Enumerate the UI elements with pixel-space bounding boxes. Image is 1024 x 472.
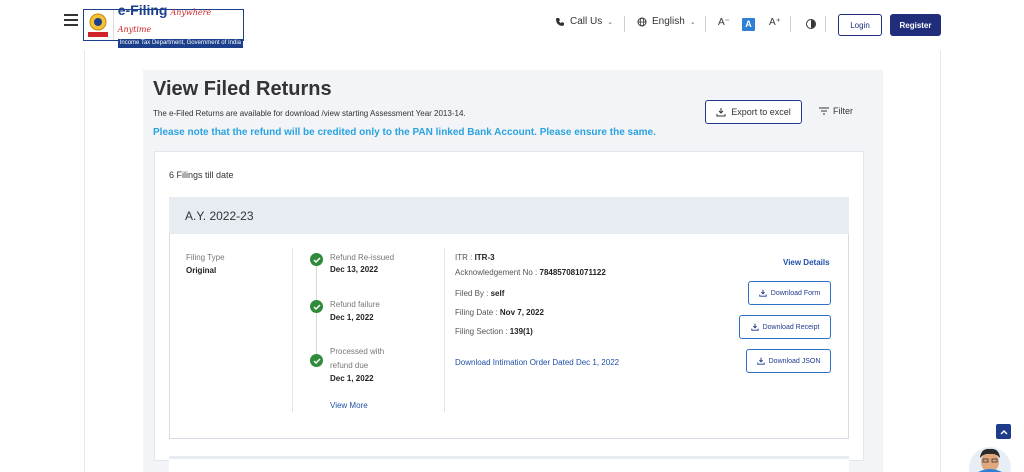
language-label: English xyxy=(652,16,685,27)
filing-type-value: Original xyxy=(186,266,217,275)
timeline-date: Dec 1, 2022 xyxy=(330,313,374,322)
itr-value: ITR-3 xyxy=(474,253,495,262)
phone-icon xyxy=(556,17,564,26)
filing-header xyxy=(169,197,849,234)
ack-value: 784857081071122 xyxy=(539,268,606,277)
call-us-dropdown[interactable]: Call Us ⌄ xyxy=(555,16,613,27)
check-circle-icon xyxy=(310,300,323,313)
acknowledgement-info: Acknowledgement No : 784857081071122 xyxy=(455,268,606,277)
timeline-status: Refund failure xyxy=(330,300,380,309)
timeline-date: Dec 1, 2022 xyxy=(330,374,374,383)
timeline-status: Processed with xyxy=(330,347,385,356)
efiling-logo[interactable]: e-Filing Anywhere Anytime Income Tax Depa… xyxy=(83,3,244,48)
language-dropdown[interactable]: English ⌄ xyxy=(637,16,696,27)
filter-button[interactable]: Filter xyxy=(819,106,853,116)
divider xyxy=(444,248,445,412)
filing-date-value: Nov 7, 2022 xyxy=(499,308,544,317)
refund-note: Please note that the refund will be cred… xyxy=(153,127,656,138)
timeline-date: Dec 13, 2022 xyxy=(330,265,379,274)
font-increase-button[interactable]: A⁺ xyxy=(769,17,781,28)
filing-type-label: Filing Type xyxy=(186,253,225,262)
download-receipt-button[interactable]: Download Receipt xyxy=(739,315,831,339)
export-label: Export to excel xyxy=(731,107,791,117)
site-header: e-Filing Anywhere Anytime Income Tax Depa… xyxy=(0,0,1024,50)
divider xyxy=(825,16,826,32)
divider xyxy=(624,16,625,32)
scroll-top-button[interactable] xyxy=(996,424,1011,439)
call-us-label: Call Us xyxy=(570,16,603,27)
check-circle-icon xyxy=(310,253,323,266)
timeline-status: refund due xyxy=(330,361,369,370)
download-json-button[interactable]: Download JSON xyxy=(746,349,831,373)
menu-icon[interactable] xyxy=(64,14,78,26)
chevron-up-icon xyxy=(999,429,1008,435)
download-json-label: Download JSON xyxy=(768,357,821,365)
filing-section-info: Filing Section : 139(1) xyxy=(455,327,533,336)
chatbot-avatar[interactable] xyxy=(968,438,1012,472)
download-form-button[interactable]: Download Form xyxy=(748,281,831,305)
font-decrease-button[interactable]: A⁻ xyxy=(718,17,730,28)
register-button[interactable]: Register xyxy=(890,14,941,36)
filing-section-value: 139(1) xyxy=(509,327,533,336)
view-more-link[interactable]: View More xyxy=(330,401,368,410)
divider xyxy=(790,16,791,32)
logo-title: e-Filing xyxy=(117,1,168,18)
download-form-label: Download Form xyxy=(770,289,821,297)
download-icon xyxy=(750,323,759,331)
globe-icon xyxy=(637,17,647,26)
check-circle-icon xyxy=(310,354,323,367)
emblem-icon xyxy=(84,10,114,40)
contrast-icon[interactable] xyxy=(806,19,816,29)
filter-label: Filter xyxy=(833,106,853,116)
download-icon xyxy=(756,357,765,365)
chevron-down-icon: ⌄ xyxy=(607,18,614,26)
filter-icon xyxy=(819,107,829,115)
login-button[interactable]: Login xyxy=(838,14,882,36)
divider xyxy=(705,16,706,32)
view-details-link[interactable]: View Details xyxy=(783,258,830,267)
page-subtitle: The e-Filed Returns are available for do… xyxy=(153,109,466,118)
logo-department: Income Tax Department, Government of Ind… xyxy=(117,38,243,48)
download-icon xyxy=(716,108,726,117)
font-normal-button[interactable]: A xyxy=(742,18,755,31)
page-title: View Filed Returns xyxy=(153,78,332,100)
next-filing-item xyxy=(169,456,849,472)
filed-by-value: self xyxy=(490,289,505,298)
assessment-year: A.Y. 2022-23 xyxy=(185,209,254,223)
filings-count: 6 Filings till date xyxy=(169,170,234,180)
timeline-status: Refund Re-issued xyxy=(330,253,395,262)
download-intimation-link[interactable]: Download Intimation Order Dated Dec 1, 2… xyxy=(455,358,619,367)
download-icon xyxy=(759,289,767,297)
filing-date-info: Filing Date : Nov 7, 2022 xyxy=(455,308,544,317)
chevron-down-icon: ⌄ xyxy=(689,18,696,26)
itr-info: ITR : ITR-3 xyxy=(455,253,495,262)
download-receipt-label: Download Receipt xyxy=(762,323,820,331)
filed-by-info: Filed By : self xyxy=(455,289,505,298)
export-excel-button[interactable]: Export to excel xyxy=(705,100,802,124)
divider xyxy=(292,248,293,412)
